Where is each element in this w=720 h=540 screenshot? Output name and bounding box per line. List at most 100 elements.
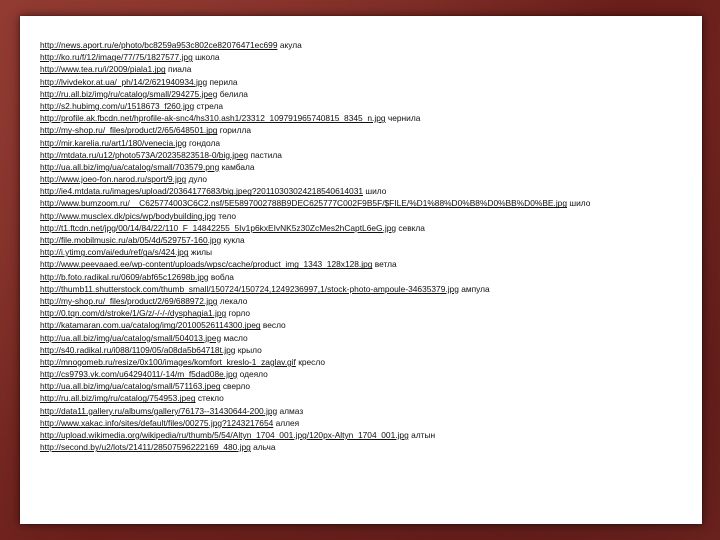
reference-link[interactable]: http://my-shop.ru/_files/product/2/65/64… — [40, 125, 217, 135]
reference-link[interactable]: http://ua.all.biz/img/ua/catalog/small/5… — [40, 381, 220, 391]
reference-link[interactable]: http://upload.wikimedia.org/wikipedia/ru… — [40, 430, 409, 440]
reference-link[interactable]: http://katamaran.com.ua/catalog/img/2010… — [40, 320, 261, 330]
reference-link[interactable]: http://ru.all.biz/img/ru/catalog/754953.… — [40, 393, 196, 403]
reference-label: масло — [223, 332, 248, 343]
reference-link[interactable]: http://data11.gallery.ru/albums/gallery/… — [40, 406, 277, 416]
reference-link[interactable]: http://s2.hubimg.com/u/1518673_f260.jpg — [40, 101, 194, 111]
reference-label: чернила — [387, 113, 421, 124]
reference-label: кресло — [298, 356, 326, 367]
reference-line: http://www.xakac.info/sites/default/file… — [40, 417, 695, 429]
reference-label: жилы — [190, 247, 213, 258]
reference-label: пиала — [168, 64, 192, 75]
reference-label: алтын — [411, 430, 436, 440]
reference-line: http://b.foto.radikal.ru/0609/abf65c1269… — [40, 271, 695, 283]
reference-label: стекло — [197, 393, 224, 404]
reference-line: http://lvivdekor.at.ua/_ph/14/2/62194093… — [40, 76, 695, 88]
reference-link[interactable]: http://www.musclex.dk/pics/wp/bodybuildi… — [40, 211, 216, 221]
reference-label: горло — [228, 308, 251, 319]
reference-label: весло — [262, 320, 286, 331]
reference-label: горилла — [219, 125, 252, 136]
reference-label: белила — [219, 88, 248, 99]
reference-label: аллея — [275, 417, 300, 428]
reference-line: http://www.tea.ru/i/2009/piala1.jpg пиал… — [40, 63, 695, 75]
reference-link[interactable]: http://s40.radikal.ru/i088/1109/05/a08da… — [40, 345, 235, 355]
reference-label: ветла — [374, 259, 397, 270]
reference-line: http://mtdata.ru/u12/photo573A/202358235… — [40, 149, 695, 161]
reference-link[interactable]: http://ko.ru/f/12/image/77/75/1827577.jp… — [40, 52, 193, 62]
slide-page: http://news.aport.ru/e/photo/bc8259a953c… — [20, 16, 702, 524]
reference-link[interactable]: http://ua.all.biz/img/ua/catalog/small/5… — [40, 333, 221, 343]
reference-line: http://mnogomeb.ru/resize/0x100/images/k… — [40, 356, 695, 368]
reference-line: http://s2.hubimg.com/u/1518673_f260.jpg … — [40, 100, 695, 112]
reference-link[interactable]: http://file.mobilmusic.ru/ab/05/4d/52975… — [40, 235, 221, 245]
reference-link[interactable]: http://lvivdekor.at.ua/_ph/14/2/62194093… — [40, 77, 207, 87]
reference-line: http://i.ytimg.com/ai/edu/ref/ga/s/424.j… — [40, 246, 695, 258]
reference-link[interactable]: http://mnogomeb.ru/resize/0x100/images/k… — [40, 357, 296, 367]
reference-line: http://profile.ak.fbcdn.net/hprofile-ak-… — [40, 112, 695, 124]
reference-label: тело — [218, 210, 237, 221]
reference-link[interactable]: http://0.tqn.com/d/stroke/1/G/z/-/-/-/dy… — [40, 308, 226, 318]
reference-link[interactable]: http://ua.all.biz/img/ua/catalog/small/7… — [40, 162, 219, 172]
reference-line: http://mir.karelia.ru/art1/180/venecia.j… — [40, 137, 695, 149]
reference-label: севкла — [398, 222, 425, 233]
reference-label: ампула — [461, 283, 490, 294]
reference-link[interactable]: http://mtdata.ru/u12/photo573A/202358235… — [40, 150, 248, 160]
reference-line: http://www.joeo-fon.narod.ru/sport/9.jpg… — [40, 173, 695, 185]
reference-link[interactable]: http://t1.ftcdn.net/jpg/00/14/84/22/110_… — [40, 223, 396, 233]
reference-line: http://katamaran.com.ua/catalog/img/2010… — [40, 319, 695, 331]
reference-label: акула — [279, 40, 302, 50]
reference-line: http://ua.all.biz/img/ua/catalog/small/5… — [40, 332, 695, 344]
reference-link[interactable]: http://b.foto.radikal.ru/0609/abf65c1269… — [40, 272, 209, 282]
reference-label: лекало — [219, 295, 248, 306]
reference-link[interactable]: http://news.aport.ru/e/photo/bc8259a953c… — [40, 40, 277, 50]
reference-line: http://t1.ftcdn.net/jpg/00/14/84/22/110_… — [40, 222, 695, 234]
reference-line: http://www.bumzoom.ru/__C625774003C6C2.n… — [40, 197, 695, 209]
reference-line: http://my-shop.ru/_files/product/2/69/68… — [40, 295, 695, 307]
reference-label: школа — [195, 52, 220, 63]
reference-link[interactable]: http://www.peevaaed.ee/wp-content/upload… — [40, 259, 372, 269]
reference-line: http://file.mobilmusic.ru/ab/05/4d/52975… — [40, 234, 695, 246]
reference-link[interactable]: http://thumb11.shutterstock.com/thumb_sm… — [40, 284, 459, 294]
reference-line: http://second.by/u2/lots/21411/285075962… — [40, 441, 695, 453]
reference-list: http://news.aport.ru/e/photo/bc8259a953c… — [40, 39, 695, 453]
reference-label: пастила — [250, 149, 282, 160]
reference-line: http://ua.all.biz/img/ua/catalog/small/5… — [40, 380, 695, 392]
reference-link[interactable]: http://www.joeo-fon.narod.ru/sport/9.jpg — [40, 174, 186, 184]
reference-line: http://ko.ru/f/12/image/77/75/1827577.jp… — [40, 51, 695, 63]
reference-link[interactable]: http://www.tea.ru/i/2009/piala1.jpg — [40, 64, 166, 74]
reference-link[interactable]: http://i.ytimg.com/ai/edu/ref/ga/s/424.j… — [40, 247, 189, 257]
reference-link[interactable]: http://my-shop.ru/_files/product/2/69/68… — [40, 296, 217, 306]
reference-label: шило — [365, 186, 387, 197]
reference-link[interactable]: http://profile.ak.fbcdn.net/hprofile-ak-… — [40, 113, 386, 123]
reference-label: шило — [569, 198, 591, 209]
reference-line: http://thumb11.shutterstock.com/thumb_sm… — [40, 283, 695, 295]
reference-line: http://www.musclex.dk/pics/wp/bodybuildi… — [40, 210, 695, 222]
reference-label: перила — [209, 76, 238, 87]
reference-line: http://cs9793.vk.com/u64294011/-14/m_f5d… — [40, 368, 695, 380]
reference-label: кукла — [223, 235, 245, 245]
reference-link[interactable]: http://second.by/u2/lots/21411/285075962… — [40, 442, 251, 452]
reference-label: одеяло — [239, 369, 268, 380]
reference-line: http://s40.radikal.ru/i088/1109/05/a08da… — [40, 344, 695, 356]
reference-line: http://0.tqn.com/d/stroke/1/G/z/-/-/-/dy… — [40, 307, 695, 319]
reference-line: http://news.aport.ru/e/photo/bc8259a953c… — [40, 39, 695, 51]
reference-label: альча — [253, 442, 276, 453]
reference-line: http://ru.all.biz/img/ru/catalog/small/2… — [40, 88, 695, 100]
reference-line: http://my-shop.ru/_files/product/2/65/64… — [40, 124, 695, 136]
reference-label: крыло — [237, 344, 262, 355]
reference-link[interactable]: http://ie4.mtdata.ru/images/upload/20364… — [40, 186, 363, 196]
reference-line: http://data11.gallery.ru/albums/gallery/… — [40, 405, 695, 417]
reference-label: стрела — [196, 100, 224, 111]
reference-link[interactable]: http://ru.all.biz/img/ru/catalog/small/2… — [40, 89, 217, 99]
reference-label: гондола — [188, 137, 221, 148]
reference-link[interactable]: http://mir.karelia.ru/art1/180/venecia.j… — [40, 138, 187, 148]
reference-link[interactable]: http://www.xakac.info/sites/default/file… — [40, 418, 273, 428]
reference-line: http://ie4.mtdata.ru/images/upload/20364… — [40, 185, 695, 197]
reference-link[interactable]: http://www.bumzoom.ru/__C625774003C6C2.n… — [40, 198, 567, 208]
slide-background: http://news.aport.ru/e/photo/bc8259a953c… — [0, 0, 720, 540]
reference-label: камбала — [221, 161, 255, 172]
reference-line: http://www.peevaaed.ee/wp-content/upload… — [40, 258, 695, 270]
reference-label: дуло — [188, 174, 208, 185]
reference-line: http://ua.all.biz/img/ua/catalog/small/7… — [40, 161, 695, 173]
reference-link[interactable]: http://cs9793.vk.com/u64294011/-14/m_f5d… — [40, 369, 237, 379]
